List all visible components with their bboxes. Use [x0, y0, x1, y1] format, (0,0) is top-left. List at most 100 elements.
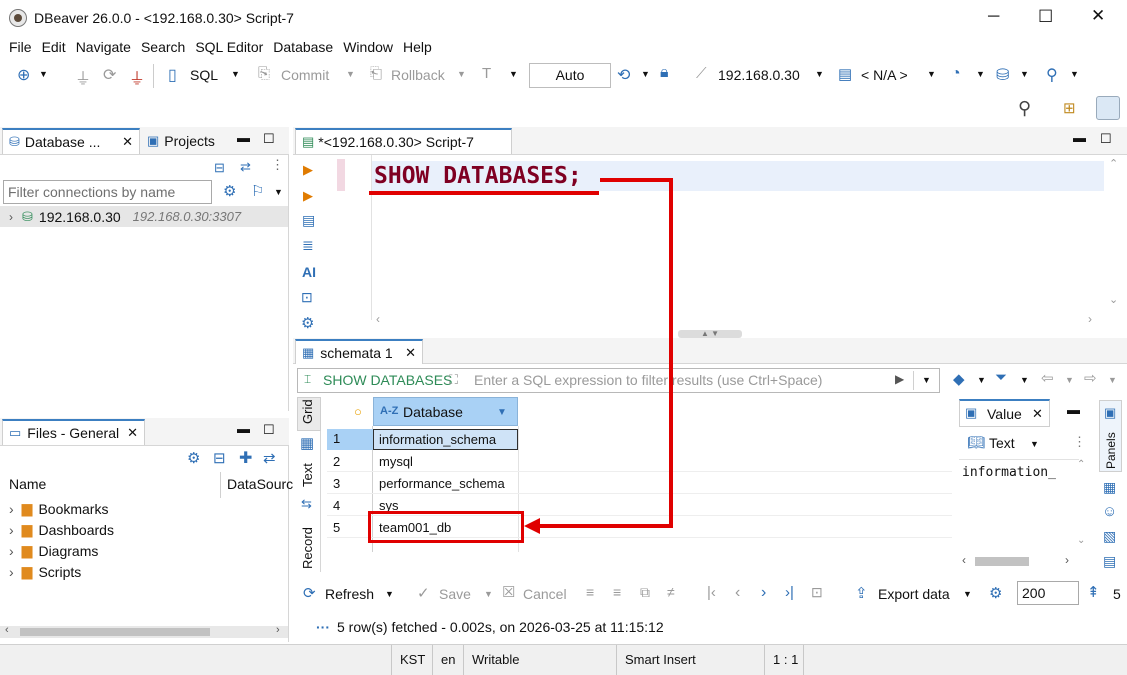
menu-edit[interactable]: Edit [42, 39, 66, 55]
export-data-button[interactable]: Export data [878, 586, 950, 602]
refresh-button[interactable]: Refresh [325, 586, 374, 602]
commit-dropdown-icon[interactable]: ▼ [346, 69, 355, 79]
panels-toggle-tab[interactable]: ▣ Panels [1099, 400, 1122, 472]
files-item-dashboards[interactable]: › ▆ Dashboards [0, 519, 288, 540]
files-horizontal-scrollbar[interactable]: ‹ › [0, 624, 288, 638]
panel-grid-icon[interactable]: ▦ [1103, 479, 1116, 496]
value-mode-dropdown-icon[interactable]: ▼ [1030, 439, 1039, 449]
history-icon[interactable]: ⟲ [617, 65, 630, 85]
copy-row-icon[interactable]: ⧉ [640, 584, 650, 601]
table-row[interactable]: 2 mysql [327, 451, 952, 472]
results-settings-icon[interactable]: ⚙ [989, 584, 1002, 602]
sql-editor-button[interactable]: SQL [190, 67, 218, 83]
results-filter-input[interactable]: Enter a SQL expression to filter results… [474, 372, 822, 388]
funnel-dropdown-icon[interactable]: ▼ [1020, 375, 1029, 385]
transaction-dropdown-icon[interactable]: ▼ [509, 69, 518, 79]
connection-dropdown-icon[interactable]: ▼ [815, 69, 824, 79]
first-page-icon[interactable]: |‹ [707, 584, 716, 601]
filter-query-label[interactable]: SHOW DATABASES [323, 372, 452, 388]
files-collapse-icon[interactable]: ⊟ [213, 449, 226, 467]
open-perspective-icon[interactable]: ⊞ [1063, 99, 1076, 117]
tab-files-general[interactable]: ▭ Files - General ✕ [2, 419, 145, 445]
explain-plan-icon[interactable]: ≣ [302, 237, 314, 254]
edit-row-icon[interactable]: ≡ [586, 584, 594, 600]
disconnect-icon[interactable]: ⏚ [129, 65, 145, 89]
minimize-editor-icon[interactable]: ▬ [1073, 130, 1086, 145]
schema-dropdown-icon[interactable]: ▼ [927, 69, 936, 79]
add-row-icon[interactable]: ≡ [613, 584, 621, 600]
transaction-icon[interactable]: T [482, 65, 491, 82]
cell-value[interactable]: mysql [379, 454, 413, 469]
terminal-icon[interactable]: ⊡ [301, 289, 313, 306]
side-tab-text[interactable]: Text [297, 457, 321, 491]
collapse-all-icon[interactable]: ⊟ [214, 160, 225, 176]
table-cell[interactable]: information_schema [373, 429, 518, 450]
filter-icon[interactable]: ⚐ [251, 182, 264, 200]
expand-chevron-icon[interactable]: › [9, 522, 14, 538]
sql-editor-icon[interactable]: ▯ [168, 65, 177, 85]
panel-aggregate-icon[interactable]: ☺ [1102, 503, 1117, 520]
new-connection-icon[interactable]: ⊕ [17, 65, 30, 85]
menu-search[interactable]: Search [141, 39, 185, 55]
refresh-dropdown-icon[interactable]: ▼ [385, 589, 394, 599]
tasks-icon[interactable]: ⛁ [996, 65, 1009, 85]
value-mode-selector[interactable]: Text [989, 435, 1015, 451]
funnel-icon[interactable]: ⏷ [995, 369, 1007, 386]
panel-chart-icon[interactable]: ▧ [1103, 528, 1116, 545]
dropdown-icon[interactable]: ▼ [39, 69, 48, 79]
eraser-dropdown-icon[interactable]: ▼ [977, 375, 986, 385]
table-row[interactable]: 3 performance_schema [327, 473, 952, 494]
splitter-handle[interactable]: ▲ ▼ [678, 330, 742, 338]
execute-script-icon[interactable]: ▤ [302, 212, 315, 229]
history-dropdown-icon[interactable]: ▼ [641, 69, 650, 79]
filter-history-dropdown-icon[interactable]: ▼ [922, 375, 931, 385]
apply-filter-icon[interactable]: ▶ [895, 372, 904, 386]
forward-icon[interactable]: ⇨ [1084, 369, 1097, 387]
column-filter-icon[interactable]: ▼ [497, 407, 507, 418]
expand-chevron-icon[interactable]: › [9, 543, 14, 559]
commit-button[interactable]: Commit [281, 67, 329, 83]
row-count-icon[interactable]: ⇞ [1087, 583, 1100, 601]
execute-new-tab-icon[interactable]: ▶ [303, 188, 313, 204]
rollback-dropdown-icon[interactable]: ▼ [457, 69, 466, 79]
filter-dropdown-icon[interactable]: ▼ [274, 187, 283, 197]
sql-dropdown-icon[interactable]: ▼ [231, 69, 240, 79]
reconnect-icon[interactable]: ⟳ [103, 65, 116, 85]
expand-chevron-icon[interactable]: › [9, 210, 13, 224]
minimize-button[interactable]: ─ [988, 8, 999, 26]
grid-view-icon[interactable]: ▦ [300, 434, 314, 452]
menu-sql-editor[interactable]: SQL Editor [195, 39, 263, 55]
delete-row-icon[interactable]: ≠ [667, 584, 675, 600]
back-dropdown-icon[interactable]: ▼ [1065, 375, 1074, 385]
files-column-name[interactable]: Name [9, 476, 46, 492]
table-row[interactable]: 1 information_schema [327, 429, 952, 450]
panel-table-icon[interactable]: ▤ [1103, 553, 1116, 570]
save-button[interactable]: Save [439, 586, 471, 602]
last-page-icon[interactable]: ›| [785, 584, 794, 601]
close-files-tab-icon[interactable]: ✕ [127, 425, 138, 441]
cell-value[interactable]: performance_schema [379, 476, 505, 491]
export-dropdown-icon[interactable]: ▼ [963, 589, 972, 599]
files-column-datasource[interactable]: DataSourc [227, 476, 293, 492]
text-view-icon[interactable]: ⇆ [301, 496, 312, 512]
eraser-icon[interactable]: ◆ [953, 370, 965, 388]
link-editor-icon[interactable]: ⇄ [240, 159, 251, 175]
fetch-all-icon[interactable]: ⊡ [811, 584, 823, 601]
expand-chevron-icon[interactable]: › [9, 501, 14, 517]
value-horizontal-scrollbar[interactable]: ‹ › [959, 553, 1079, 568]
global-search-icon[interactable]: ⚲ [1018, 98, 1031, 119]
vertical-scrollbar[interactable]: ⌃ ⌄ [1104, 155, 1124, 315]
dashboard-dropdown-icon[interactable]: ▼ [976, 69, 985, 79]
sql-statement[interactable]: SHOW DATABASES; [374, 163, 582, 189]
active-schema-selector[interactable]: < N/A > [861, 67, 908, 83]
previous-page-icon[interactable]: ‹ [735, 584, 740, 602]
files-add-icon[interactable]: ✚ [239, 448, 252, 468]
close-results-tab-icon[interactable]: ✕ [405, 345, 416, 361]
side-tab-record[interactable]: Record [297, 522, 321, 572]
tab-script-7[interactable]: ▤ *<192.168.0.30> Script-7 [295, 128, 512, 154]
tasks-dropdown-icon[interactable]: ▼ [1020, 69, 1029, 79]
execute-statement-icon[interactable]: ▶ [303, 162, 313, 178]
save-dropdown-icon[interactable]: ▼ [484, 589, 493, 599]
search-dropdown-icon[interactable]: ▼ [1070, 69, 1079, 79]
search-tool-icon[interactable]: ⚲ [1046, 65, 1058, 85]
